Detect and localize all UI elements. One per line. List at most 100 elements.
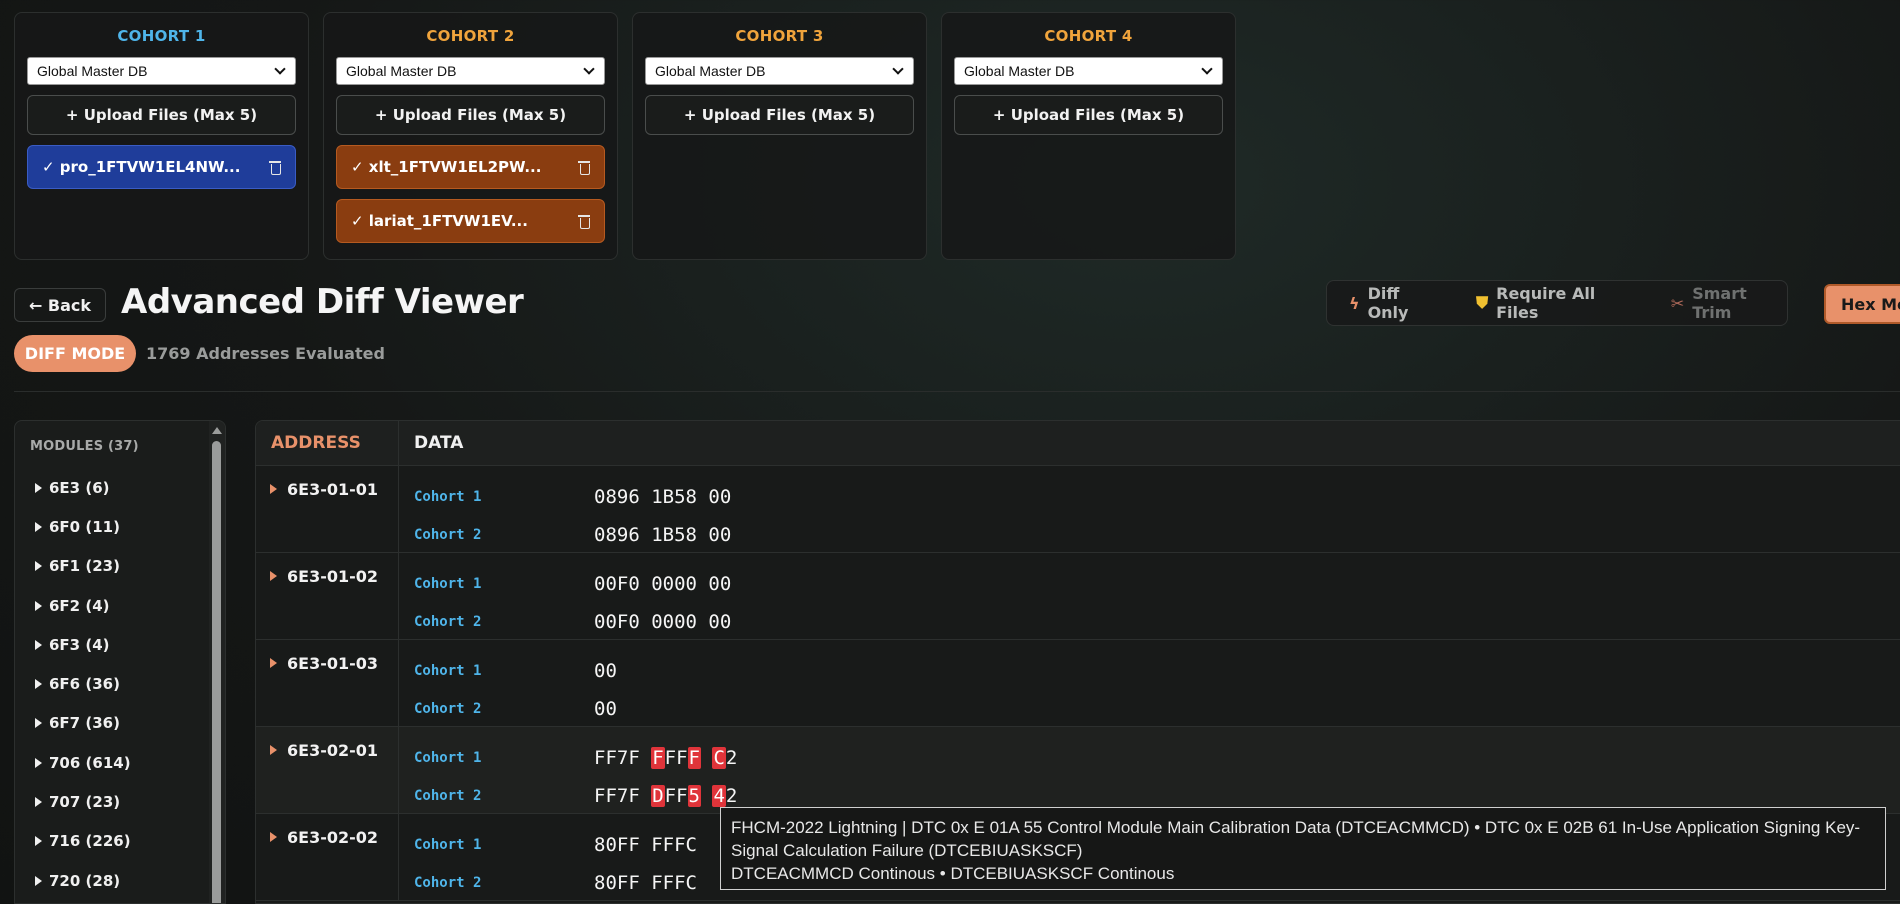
module-item[interactable]: 6F3 (4) [15, 625, 225, 664]
data-cell: Cohort 1 0896 1B58 00 Cohort 2 0896 1B58 0… [399, 466, 731, 552]
file-chip[interactable]: ✓ pro_1FTVW1EL4NW... [27, 145, 296, 189]
addresses-evaluated-count: 1769 Addresses Evaluated [146, 344, 385, 363]
expand-triangle-icon [35, 600, 42, 611]
table-row[interactable]: 6E3-01-02 Cohort 1 00F0 0000 00 Cohort 2 0… [256, 553, 1900, 640]
smart-trim-toggle[interactable]: ✂ Smart Trim [1671, 284, 1787, 322]
module-label: 720 (28) [49, 871, 121, 890]
address-cell[interactable]: 6E3-02-01 [256, 727, 399, 813]
hex-segment [701, 785, 712, 807]
table-row[interactable]: 6E3-01-03 Cohort 1 00 Cohort 2 00 [256, 640, 1900, 727]
module-label: 706 (614) [49, 753, 131, 772]
cohort-line: Cohort 2 0896 1B58 00 [399, 516, 731, 554]
cohort-line: Cohort 1 00 [399, 652, 617, 690]
chevron-down-icon [1201, 63, 1213, 75]
module-item[interactable]: 6F2 (4) [15, 586, 225, 625]
data-cell: Cohort 1 80FF FFFC Cohort 2 80FF FFFC [399, 814, 697, 900]
divider [14, 391, 1900, 392]
expand-triangle-icon [35, 797, 42, 808]
expand-triangle-icon [35, 561, 42, 572]
hex-value: 00 [594, 698, 617, 720]
database-select[interactable]: Global Master DB [27, 57, 296, 85]
hex-segment: FF7F [594, 747, 652, 769]
module-label: 707 (23) [49, 793, 121, 812]
hex-mode-button[interactable]: Hex Mode [1824, 284, 1900, 324]
hex-value-diff: FF7F DFF5 42 [594, 785, 737, 807]
hex-value: 80FF FFFC [594, 834, 697, 856]
diff-highlight[interactable]: C [712, 747, 726, 769]
database-select[interactable]: Global Master DB [645, 57, 914, 85]
trash-icon[interactable] [578, 214, 590, 229]
chevron-down-icon [274, 63, 286, 75]
require-all-files-toggle[interactable]: ⛊ Require All Files [1476, 284, 1637, 322]
expand-triangle-icon [35, 836, 42, 847]
module-item[interactable]: 6F0 (11) [15, 507, 225, 546]
expand-triangle-icon [270, 745, 277, 755]
diff-only-toggle[interactable]: ϟ Diff Only [1349, 284, 1442, 322]
hex-segment: FF [664, 785, 688, 807]
diff-highlight[interactable]: D [651, 785, 665, 807]
diff-highlight[interactable]: F [651, 747, 665, 769]
module-item[interactable]: 720 (28) [15, 861, 225, 900]
upload-files-button[interactable]: + Upload Files (Max 5) [954, 95, 1223, 135]
cohort-label: Cohort 2 [414, 527, 482, 543]
module-item[interactable]: 6F7 (36) [15, 704, 225, 743]
address-cell[interactable]: 6E3-01-02 [256, 553, 399, 639]
cohort-label: Cohort 2 [414, 614, 482, 630]
address-cell[interactable]: 6E3-01-01 [256, 466, 399, 552]
hex-value: 80FF FFFC [594, 872, 697, 894]
smart-trim-label: Smart Trim [1692, 284, 1747, 322]
hex-value-diff: FF7F FFFF C2 [594, 747, 737, 769]
cohort-panel-4: COHORT 4 Global Master DB + Upload Files… [941, 12, 1236, 260]
address-column-header: ADDRESS [256, 421, 399, 465]
module-item[interactable]: 706 (614) [15, 743, 225, 782]
tooltip-description: FHCM-2022 Lightning | DTC 0x E 01A 55 Co… [731, 818, 1861, 860]
cohort-title: COHORT 2 [426, 27, 515, 45]
diff-highlight[interactable]: 5 [687, 785, 701, 807]
module-label: 6F2 (4) [49, 596, 110, 615]
modules-heading: MODULES (37) [30, 439, 139, 454]
address-label: 6E3-01-01 [287, 480, 379, 499]
module-item[interactable]: 6F1 (23) [15, 547, 225, 586]
cohort-panel-3: COHORT 3 Global Master DB + Upload Files… [632, 12, 927, 260]
hex-value: 00 [594, 660, 617, 682]
diff-mode-badge[interactable]: DIFF MODE [14, 335, 136, 372]
diff-only-label: Diff Only [1367, 284, 1409, 322]
cohort-panel-2: COHORT 2 Global Master DB + Upload Files… [323, 12, 618, 260]
upload-files-button[interactable]: + Upload Files (Max 5) [27, 95, 296, 135]
address-cell[interactable]: 6E3-02-02 [256, 814, 399, 900]
diff-highlight[interactable]: F [687, 747, 701, 769]
cohort-label: Cohort 1 [414, 663, 482, 679]
upload-files-button[interactable]: + Upload Files (Max 5) [336, 95, 605, 135]
file-name: ✓ xlt_1FTVW1EL2PW... [351, 158, 542, 176]
database-select[interactable]: Global Master DB [336, 57, 605, 85]
expand-triangle-icon [35, 757, 42, 768]
module-item[interactable]: 6F6 (36) [15, 664, 225, 703]
hex-value: 00F0 0000 00 [594, 611, 732, 633]
trash-icon[interactable] [578, 160, 590, 175]
expand-triangle-icon [35, 718, 42, 729]
data-cell: Cohort 1 00F0 0000 00 Cohort 2 00F0 0000 0… [399, 553, 731, 639]
trash-icon[interactable] [269, 160, 281, 175]
file-name: ✓ pro_1FTVW1EL4NW... [42, 158, 241, 176]
filter-toolbar: ϟ Diff Only ⛊ Require All Files ✂ Smart Tri… [1326, 280, 1788, 326]
chevron-down-icon [892, 63, 904, 75]
address-cell[interactable]: 6E3-01-03 [256, 640, 399, 726]
scrollbar-thumb[interactable] [212, 441, 221, 903]
file-chip[interactable]: ✓ lariat_1FTVW1EV... [336, 199, 605, 243]
database-select[interactable]: Global Master DB [954, 57, 1223, 85]
back-button[interactable]: ← Back [14, 288, 106, 322]
file-chip[interactable]: ✓ xlt_1FTVW1EL2PW... [336, 145, 605, 189]
module-item[interactable]: 707 (23) [15, 782, 225, 821]
table-row[interactable]: 6E3-01-01 Cohort 1 0896 1B58 00 Cohort 2 0… [256, 466, 1900, 553]
table-row[interactable]: 6E3-02-01 Cohort 1 FF7F FFFF C2 Cohort 2F… [256, 727, 1900, 814]
database-select-value: Global Master DB [37, 63, 148, 79]
diff-highlight[interactable]: 4 [712, 785, 726, 807]
upload-files-button[interactable]: + Upload Files (Max 5) [645, 95, 914, 135]
cohort-line: Cohort 1 0896 1B58 00 [399, 478, 731, 516]
sidebar-scrollbar[interactable] [209, 421, 225, 903]
module-item[interactable]: 716 (226) [15, 822, 225, 861]
scroll-up-arrow-icon[interactable] [212, 427, 222, 434]
module-list: 6E3 (6) 6F0 (11) 6F1 (23) 6F2 (4) 6F3 (4… [15, 468, 225, 900]
module-item[interactable]: 6E3 (6) [15, 468, 225, 507]
cohort-label: Cohort 2 [414, 788, 482, 804]
